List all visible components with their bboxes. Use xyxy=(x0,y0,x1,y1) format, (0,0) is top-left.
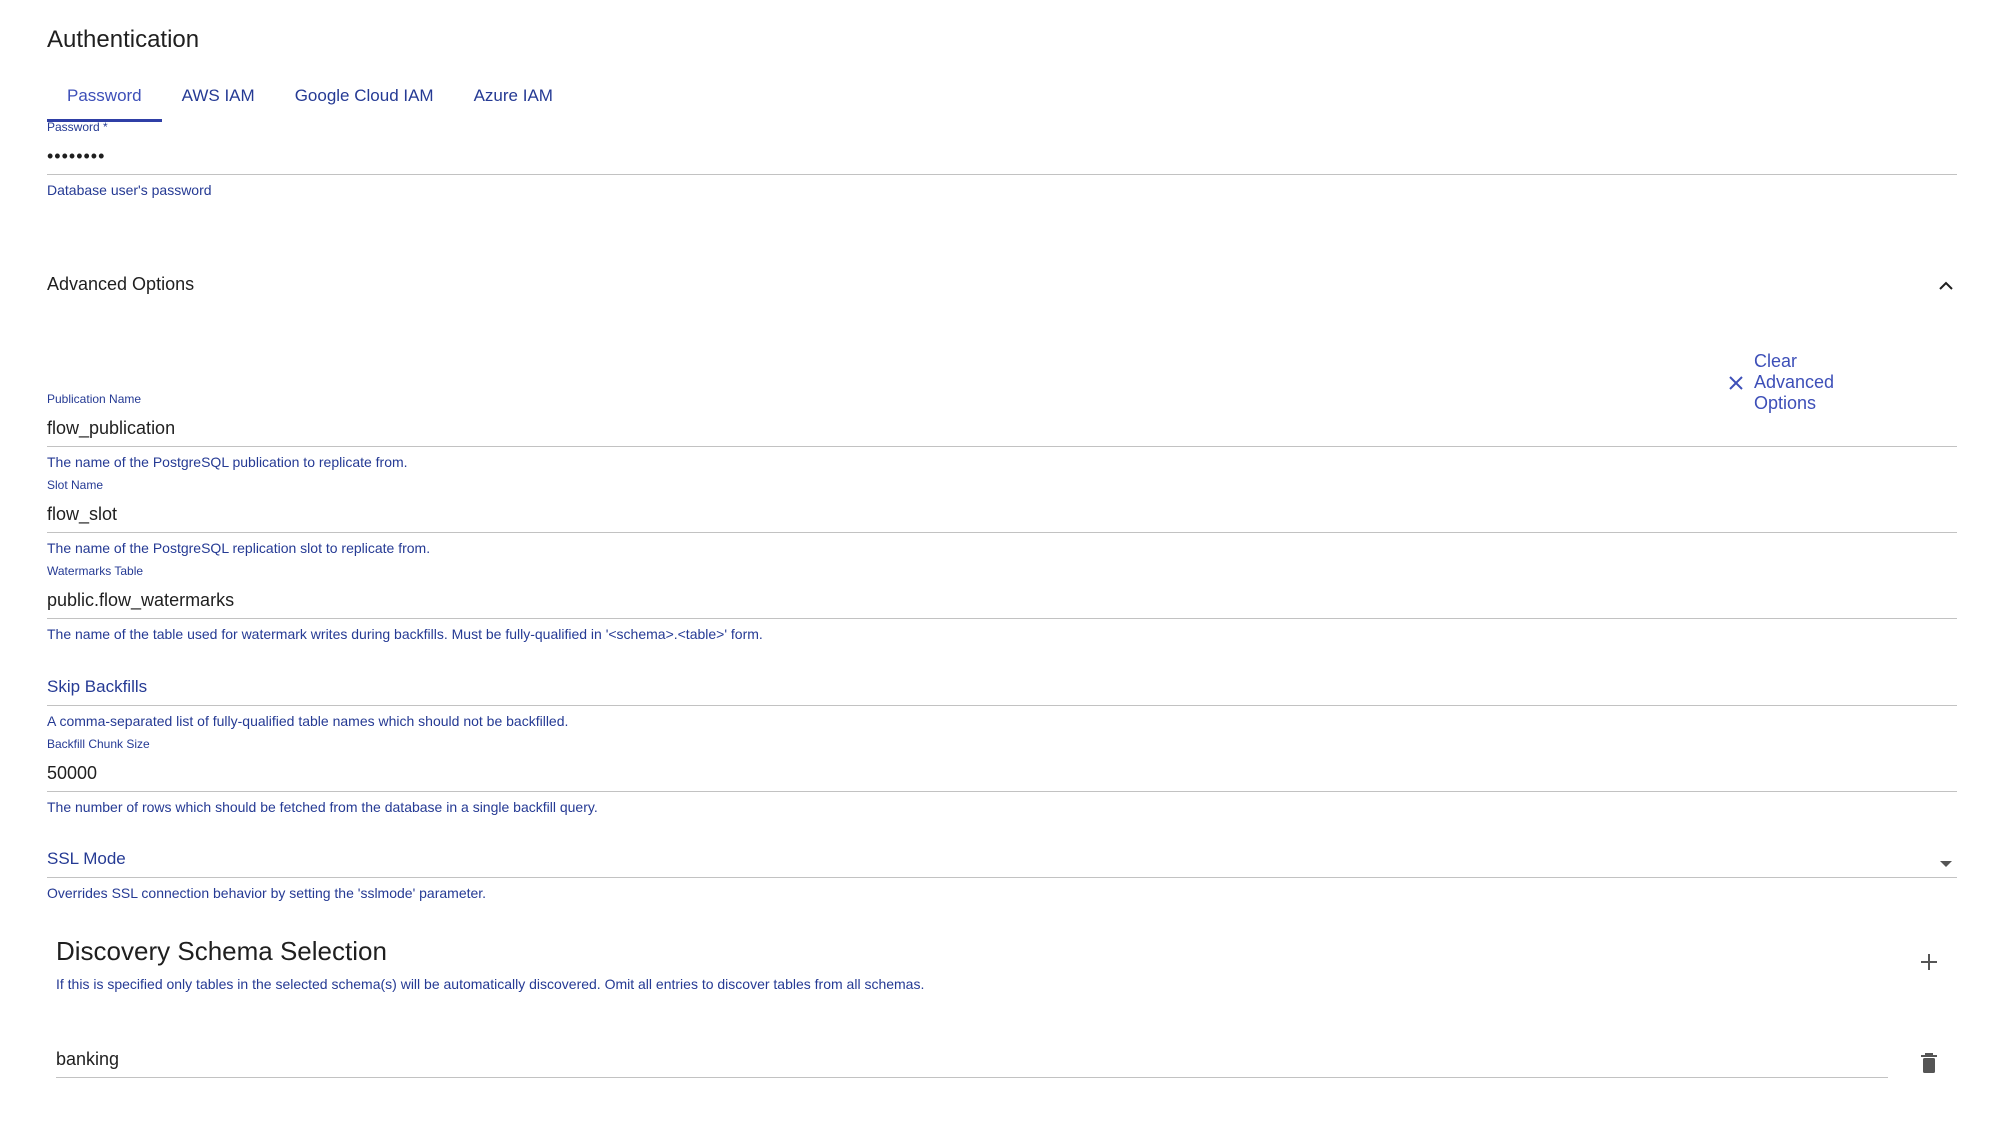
chunk-size-helper: The number of rows which should be fetch… xyxy=(47,799,598,815)
skip-backfills-helper: A comma-separated list of fully-qualifie… xyxy=(47,713,569,729)
discovery-schema-heading: Discovery Schema Selection xyxy=(56,936,387,966)
tab-azure-iam[interactable]: Azure IAM xyxy=(454,76,573,122)
schema-entry-input[interactable]: banking xyxy=(56,1049,1888,1077)
skip-backfills-input[interactable]: Skip Backfills xyxy=(47,677,1957,705)
slot-name-label: Slot Name xyxy=(47,478,104,492)
clear-advanced-options-label: Clear Advanced Options xyxy=(1754,351,1835,413)
slot-helper: The name of the PostgreSQL replication s… xyxy=(47,540,431,556)
plus-icon[interactable] xyxy=(1914,947,1944,977)
password-field[interactable]: •••••••• xyxy=(47,146,1957,174)
schema-entry-underline xyxy=(56,1077,1888,1078)
slot-underline xyxy=(47,532,1957,533)
password-helper: Database user's password xyxy=(47,182,212,198)
tab-password[interactable]: Password xyxy=(47,76,162,122)
ssl-mode-helper: Overrides SSL connection behavior by set… xyxy=(47,885,487,901)
authentication-heading: Authentication xyxy=(47,26,200,53)
watermarks-helper: The name of the table used for watermark… xyxy=(47,626,763,642)
tab-google-cloud-iam[interactable]: Google Cloud IAM xyxy=(275,76,454,122)
caret-down-icon[interactable] xyxy=(1934,852,1958,876)
skip-backfills-underline xyxy=(47,705,1957,706)
watermarks-underline xyxy=(47,618,1957,619)
watermarks-table-label: Watermarks Table xyxy=(47,564,144,578)
advanced-options-heading[interactable]: Advanced Options xyxy=(47,274,194,295)
close-icon xyxy=(1728,375,1744,391)
publication-underline xyxy=(47,446,1957,447)
trash-icon[interactable] xyxy=(1914,1048,1944,1078)
discovery-schema-helper: If this is specified only tables in the … xyxy=(56,976,925,992)
backfill-chunk-size-input[interactable]: 50000 xyxy=(47,763,1957,791)
ssl-mode-underline xyxy=(47,877,1957,878)
tab-aws-iam[interactable]: AWS IAM xyxy=(162,76,275,122)
publication-name-input[interactable]: flow_publication xyxy=(47,418,1957,446)
auth-tabs: Password AWS IAM Google Cloud IAM Azure … xyxy=(47,76,573,122)
password-label: Password * xyxy=(47,120,108,134)
password-underline xyxy=(47,174,1957,175)
publication-helper: The name of the PostgreSQL publication t… xyxy=(47,454,408,470)
publication-name-label: Publication Name xyxy=(47,392,142,406)
backfill-chunk-size-label: Backfill Chunk Size xyxy=(47,737,150,751)
watermarks-table-input[interactable]: public.flow_watermarks xyxy=(47,590,1957,618)
chunk-size-underline xyxy=(47,791,1957,792)
slot-name-input[interactable]: flow_slot xyxy=(47,504,1957,532)
chevron-up-icon[interactable] xyxy=(1932,272,1960,300)
ssl-mode-select[interactable]: SSL Mode xyxy=(47,849,1957,877)
